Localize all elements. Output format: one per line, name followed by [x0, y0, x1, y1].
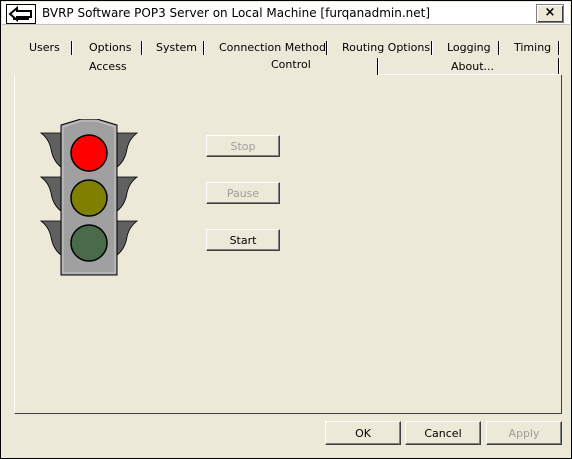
tab-users[interactable]: Users — [29, 41, 60, 54]
tab-separator — [71, 41, 73, 55]
title-bar[interactable]: BVRP Software POP3 Server on Local Machi… — [2, 2, 570, 25]
apply-button[interactable]: Apply — [486, 421, 562, 445]
tab-separator — [558, 41, 560, 55]
start-button[interactable]: Start — [206, 229, 280, 251]
tab-about[interactable]: About... — [451, 60, 494, 73]
tab-timing[interactable]: Timing — [514, 41, 551, 54]
window-title: BVRP Software POP3 Server on Local Machi… — [42, 6, 431, 20]
tab-separator — [558, 58, 560, 75]
cancel-button[interactable]: Cancel — [405, 421, 481, 445]
tab-logging[interactable]: Logging — [447, 41, 491, 54]
pause-button[interactable]: Pause — [206, 182, 280, 204]
tab-separator — [498, 41, 500, 55]
tab-options[interactable]: Options — [89, 41, 131, 54]
tab-access[interactable]: Access — [89, 60, 127, 73]
ok-button[interactable]: OK — [325, 421, 401, 445]
tab-separator — [203, 41, 205, 55]
tab-separator — [377, 58, 379, 75]
stop-button[interactable]: Stop — [206, 135, 280, 157]
tab-system[interactable]: System — [156, 41, 197, 54]
tab-separator — [431, 41, 433, 55]
properties-dialog: BVRP Software POP3 Server on Local Machi… — [0, 0, 572, 459]
tab-separator — [141, 41, 143, 55]
tab-separator — [326, 41, 328, 55]
traffic-light-icon — [39, 118, 139, 277]
close-button[interactable]: × — [536, 4, 564, 23]
tab-control[interactable]: Control — [271, 58, 311, 71]
tab-connection-method[interactable]: Connection Method — [219, 41, 326, 54]
app-icon — [6, 4, 36, 24]
tab-routing-options[interactable]: Routing Options — [342, 41, 430, 54]
